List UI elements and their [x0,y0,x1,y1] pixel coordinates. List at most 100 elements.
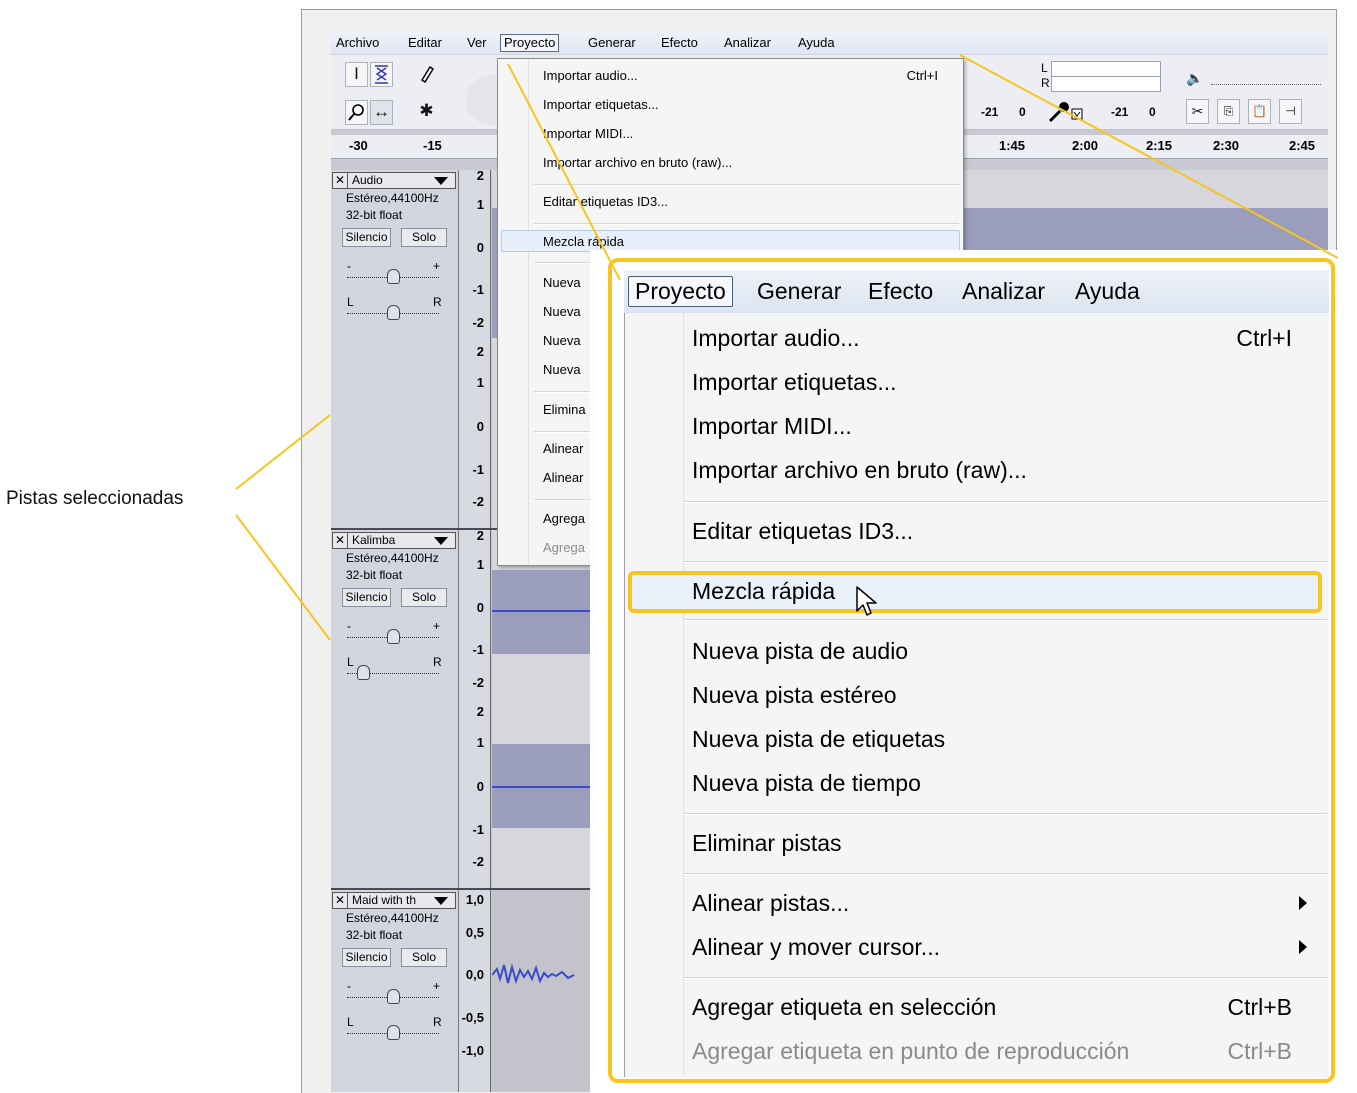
gain-slider-knob[interactable] [387,989,400,1004]
menu-item-import-audio[interactable]: Importar audio... [543,68,638,83]
menu-generar[interactable]: Generar [585,35,639,53]
menu-analizar[interactable]: Analizar [721,35,774,53]
timeshift-tool-icon[interactable]: ↔ [370,100,393,125]
cut-icon[interactable]: ✂ [1186,99,1209,124]
close-track-icon[interactable]: ✕ [333,893,348,908]
microphone-icon[interactable] [1046,99,1084,130]
mute-button[interactable]: Silencio [342,228,391,247]
menu-editar[interactable]: Editar [405,35,445,53]
scale-label: 1 [476,557,484,572]
zoom-item-new-stereo[interactable]: Nueva pista estéreo [692,682,897,709]
envelope-tool-icon[interactable] [370,62,393,87]
scale-label: -2 [472,315,484,330]
menu-item-new-audio[interactable]: Nueva [543,275,581,290]
pan-slider[interactable]: L R [347,295,442,320]
solo-button[interactable]: Solo [401,228,447,247]
close-track-icon[interactable]: ✕ [333,533,348,548]
draw-tool-icon[interactable] [415,62,438,87]
paste-icon[interactable]: 📋 [1248,99,1271,124]
zoom-menu-generar[interactable]: Generar [757,278,841,305]
menu-item-import-labels[interactable]: Importar etiquetas... [543,97,659,112]
track-menu-dropdown-icon[interactable] [434,177,448,185]
track-bitdepth: 32-bit float [346,208,403,222]
menu-archivo[interactable]: Archivo [333,35,382,53]
menu-item-remove-tracks[interactable]: Elimina [543,402,586,417]
zoom-item-edit-id3[interactable]: Editar etiquetas ID3... [692,518,913,545]
menu-item-import-midi[interactable]: Importar MIDI... [543,126,633,141]
multi-tool-icon[interactable]: ✱ [415,100,438,125]
scale-label: 0 [476,419,484,434]
zoom-item-new-time[interactable]: Nueva pista de tiempo [692,770,921,797]
zoom-item-align-move[interactable]: Alinear y mover cursor... [692,934,940,961]
gain-slider[interactable]: - + [347,259,440,284]
pan-slider-knob[interactable] [387,1025,400,1040]
zoom-menu-proyecto[interactable]: Proyecto [628,276,733,307]
zoom-item-import-raw[interactable]: Importar archivo en bruto (raw)... [692,457,1027,484]
menu-proyecto[interactable]: Proyecto [500,34,560,52]
menu-item-new-labels[interactable]: Nueva [543,333,581,348]
solo-button[interactable]: Solo [401,948,447,967]
zoom-item-remove-tracks[interactable]: Eliminar pistas [692,830,842,857]
zoom-item-add-label-selection[interactable]: Agregar etiqueta en selección [692,994,996,1021]
zoom-item-new-audio[interactable]: Nueva pista de audio [692,638,908,665]
pan-l-label: L [347,295,354,309]
zoom-menu-analizar[interactable]: Analizar [962,278,1045,305]
play-db-zero: 0 [1019,105,1026,119]
menu-item-align-move[interactable]: Alinear [543,470,583,485]
gain-slider-knob[interactable] [387,629,400,644]
scale-label: 0 [476,779,484,794]
gain-minus-label: - [347,259,351,273]
zoom-item-new-labels[interactable]: Nueva pista de etiquetas [692,726,945,753]
menu-item-new-time[interactable]: Nueva [543,362,581,377]
zoom-tool-icon[interactable] [345,100,368,125]
menu-item-align[interactable]: Alinear [543,441,583,456]
gain-slider-knob[interactable] [387,269,400,284]
pan-slider-knob[interactable] [357,665,370,680]
gain-slider[interactable]: - + [347,619,440,644]
speaker-icon[interactable]: 🔈 [1186,70,1203,87]
pan-slider-knob[interactable] [387,305,400,320]
zoom-item-align[interactable]: Alinear pistas... [692,890,849,917]
trim-icon[interactable]: ⊣ [1279,99,1302,124]
playback-meter-r [1051,76,1161,92]
menu-efecto[interactable]: Efecto [658,35,701,53]
menu-item-quick-mix[interactable]: Mezcla rápida [543,234,624,249]
mute-button[interactable]: Silencio [342,588,391,607]
menu-ver[interactable]: Ver [464,35,490,53]
track-format: Estéreo,44100Hz [346,551,439,565]
zoom-menu-efecto[interactable]: Efecto [868,278,933,305]
zoom-item-import-audio[interactable]: Importar audio... [692,325,859,352]
zoom-item-quick-mix[interactable]: Mezcla rápida [692,578,835,605]
close-track-icon[interactable]: ✕ [333,173,348,188]
menu-separator [683,501,1327,503]
track-name-row[interactable]: ✕ Kalimba [332,532,456,549]
volume-slider[interactable] [1211,69,1321,85]
selection-tool-icon[interactable]: I [345,62,368,87]
track-name-row[interactable]: ✕ Audio [332,172,456,189]
pan-slider[interactable]: L R [347,1015,442,1040]
mute-button[interactable]: Silencio [342,948,391,967]
scale-label: 1 [476,375,484,390]
gain-plus-label: + [433,619,441,633]
zoom-menu-ayuda[interactable]: Ayuda [1075,278,1140,305]
track-vertical-scale: 2 1 0 -1 -2 2 1 0 -1 -2 [459,168,491,528]
pan-slider[interactable]: L R [347,655,442,680]
menu-ayuda[interactable]: Ayuda [795,35,838,53]
menu-item-import-raw[interactable]: Importar archivo en bruto (raw)... [543,155,732,170]
menu-item-edit-id3[interactable]: Editar etiquetas ID3... [543,194,668,209]
menu-item-add-label-selection[interactable]: Agrega [543,511,585,526]
zoom-item-import-labels[interactable]: Importar etiquetas... [692,369,897,396]
track-menu-dropdown-icon[interactable] [434,537,448,545]
gain-slider[interactable]: - + [347,979,440,1004]
scale-label: -1 [472,282,484,297]
track-name-row[interactable]: ✕ Maid with th [332,892,456,909]
scale-label: -1 [472,822,484,837]
menu-item-new-stereo[interactable]: Nueva [543,304,581,319]
copy-icon[interactable]: ⎘ [1217,99,1240,124]
scale-label: -2 [472,854,484,869]
scale-label: 2 [476,344,484,359]
zoom-item-import-midi[interactable]: Importar MIDI... [692,413,852,440]
track-menu-dropdown-icon[interactable] [434,897,448,905]
solo-button[interactable]: Solo [401,588,447,607]
pan-l-label: L [347,1015,354,1029]
